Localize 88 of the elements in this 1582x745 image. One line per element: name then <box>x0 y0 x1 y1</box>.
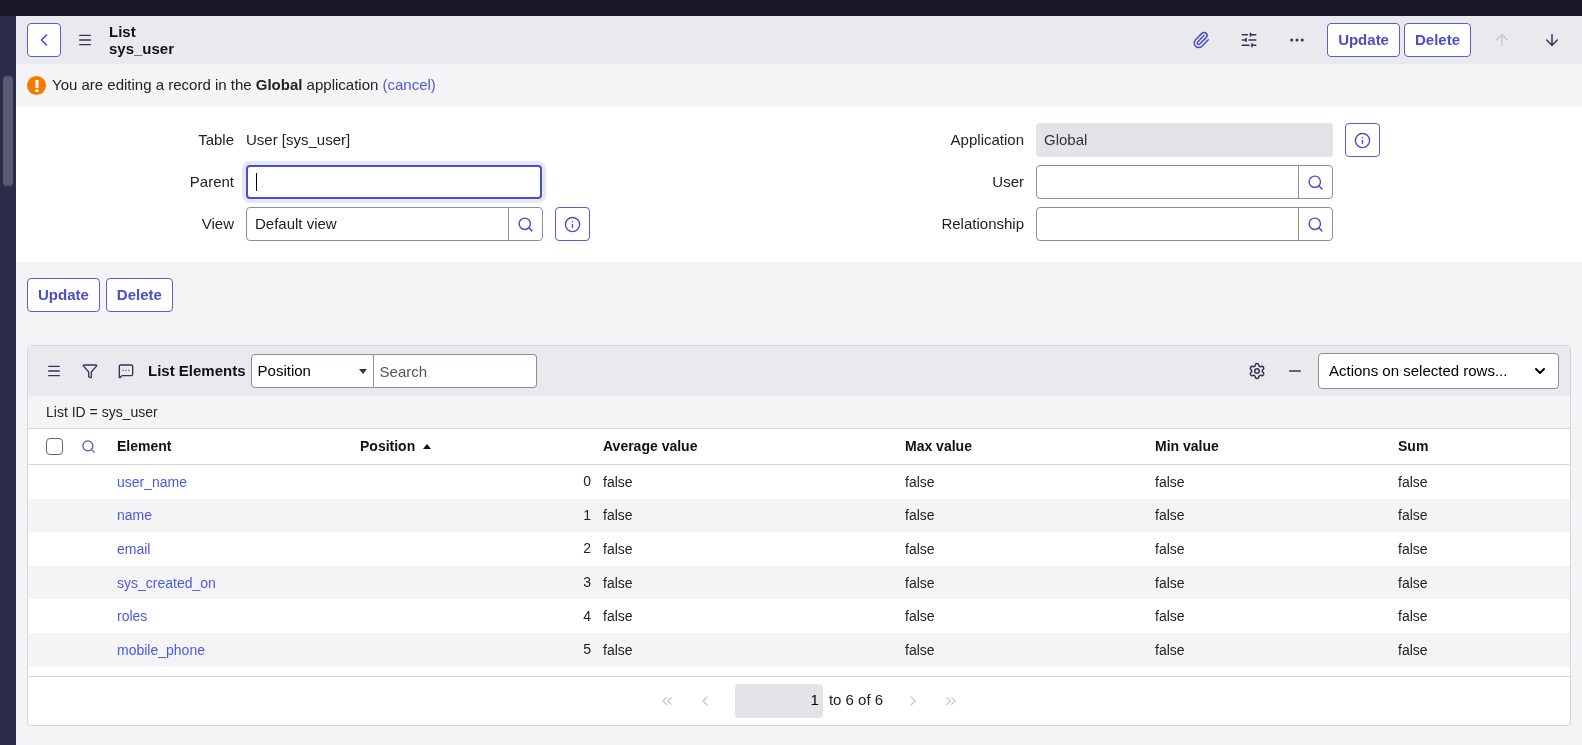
action-button[interactable]: Update <box>27 278 100 312</box>
page-range: to 6 of 6 <box>828 690 884 711</box>
paperclip-icon[interactable] <box>1192 31 1211 49</box>
field-label: User <box>991 171 1025 192</box>
table-cell: false <box>1398 641 1428 658</box>
editing-notice: You are editing a record in the Global application (cancel) <box>52 75 436 96</box>
lookup-field[interactable] <box>1036 165 1333 199</box>
action-button[interactable]: Delete <box>105 278 173 312</box>
table-cell: false <box>603 608 633 625</box>
table-cell: false <box>1398 473 1428 490</box>
table-cell: false <box>1398 608 1428 625</box>
search-icon[interactable] <box>81 439 96 454</box>
settings-sliders-icon[interactable] <box>1240 31 1259 49</box>
table-cell: false <box>1398 574 1428 591</box>
column-header[interactable]: Max value <box>905 436 972 457</box>
page-field[interactable]: 1 <box>734 683 823 718</box>
record-title: List <box>109 23 137 40</box>
search-field[interactable]: Search <box>373 354 537 388</box>
column-header[interactable]: Position <box>360 436 416 457</box>
table-cell: false <box>603 541 633 557</box>
table-cell: false <box>1155 574 1185 591</box>
table-cell: false <box>1398 507 1428 524</box>
table-cell: false <box>905 608 935 625</box>
search-by-select[interactable]: Position <box>250 354 374 388</box>
field-value: User [sys_user] <box>246 129 351 150</box>
down-arrow-icon[interactable] <box>1543 31 1561 49</box>
table-cell: false <box>603 473 633 490</box>
filter-icon[interactable] <box>82 363 98 379</box>
table-cell: false <box>1155 473 1185 490</box>
info-button[interactable] <box>555 207 590 241</box>
select-all-checkbox[interactable] <box>46 438 63 455</box>
readonly-field: Global <box>1036 123 1333 157</box>
field-label: Table <box>197 129 235 150</box>
action-button[interactable]: Delete <box>1403 23 1471 57</box>
list-title: List Elements <box>148 360 246 381</box>
table-cell: false <box>905 574 935 591</box>
text-cursor <box>256 173 257 191</box>
field-label: View <box>200 213 235 234</box>
table-cell-text: 1 <box>583 505 591 525</box>
element-link[interactable]: roles <box>117 608 148 625</box>
cancel-link[interactable]: (cancel) <box>382 76 436 94</box>
element-link[interactable]: name <box>117 507 153 524</box>
table-cell: false <box>603 507 633 524</box>
action-button[interactable]: Update <box>1327 23 1400 57</box>
table-cell-text: 4 <box>583 606 591 626</box>
table-cell-text: 5 <box>583 640 591 660</box>
table-cell: false <box>603 641 633 658</box>
back-button[interactable] <box>27 23 61 57</box>
element-link[interactable]: email <box>117 541 151 557</box>
table-cell: false <box>905 473 935 490</box>
info-icon <box>1354 131 1371 149</box>
column-header[interactable]: Element <box>117 436 172 457</box>
warning-icon <box>27 76 46 95</box>
column-header[interactable]: Average value <box>603 436 698 457</box>
element-link[interactable]: sys_created_on <box>117 574 216 591</box>
table-cell: false <box>603 574 633 591</box>
comment-icon[interactable] <box>118 363 134 379</box>
element-link[interactable]: mobile_phone <box>117 641 205 658</box>
table-cell: false <box>1155 507 1185 524</box>
table-cell: false <box>1155 641 1185 658</box>
settings-icon[interactable] <box>1248 362 1266 380</box>
info-icon <box>564 215 581 233</box>
field-label: Parent <box>188 171 235 192</box>
lookup-field[interactable]: Default view <box>246 207 543 241</box>
lookup-field[interactable] <box>1036 207 1333 241</box>
record-subtitle: sys_user <box>109 40 175 57</box>
field-label: Application <box>949 129 1025 150</box>
table-cell: false <box>905 641 935 658</box>
table-cell: false <box>905 541 935 557</box>
actions-select[interactable]: Actions on selected rows... <box>1318 353 1559 389</box>
table-cell: false <box>1398 541 1428 557</box>
table-cell-text: 0 <box>583 472 591 492</box>
info-button[interactable] <box>1345 123 1380 157</box>
list-breadcrumb: List ID = sys_user <box>46 402 158 422</box>
table-cell: false <box>1155 541 1185 557</box>
element-link[interactable]: user_name <box>117 473 188 490</box>
field-value: Default view <box>255 213 337 234</box>
menu-icon[interactable] <box>77 32 93 48</box>
menu-icon[interactable] <box>46 363 62 379</box>
field-label: Relationship <box>940 213 1025 234</box>
table-cell: false <box>1155 608 1185 625</box>
table-cell-text: 3 <box>583 573 591 593</box>
table-cell-text: 2 <box>583 539 591 559</box>
column-header[interactable]: Sum <box>1398 436 1429 457</box>
column-header[interactable]: Min value <box>1155 436 1219 457</box>
caret-icon <box>358 368 367 374</box>
table-cell: false <box>905 507 935 524</box>
scrollbar-thumb[interactable] <box>3 76 13 186</box>
